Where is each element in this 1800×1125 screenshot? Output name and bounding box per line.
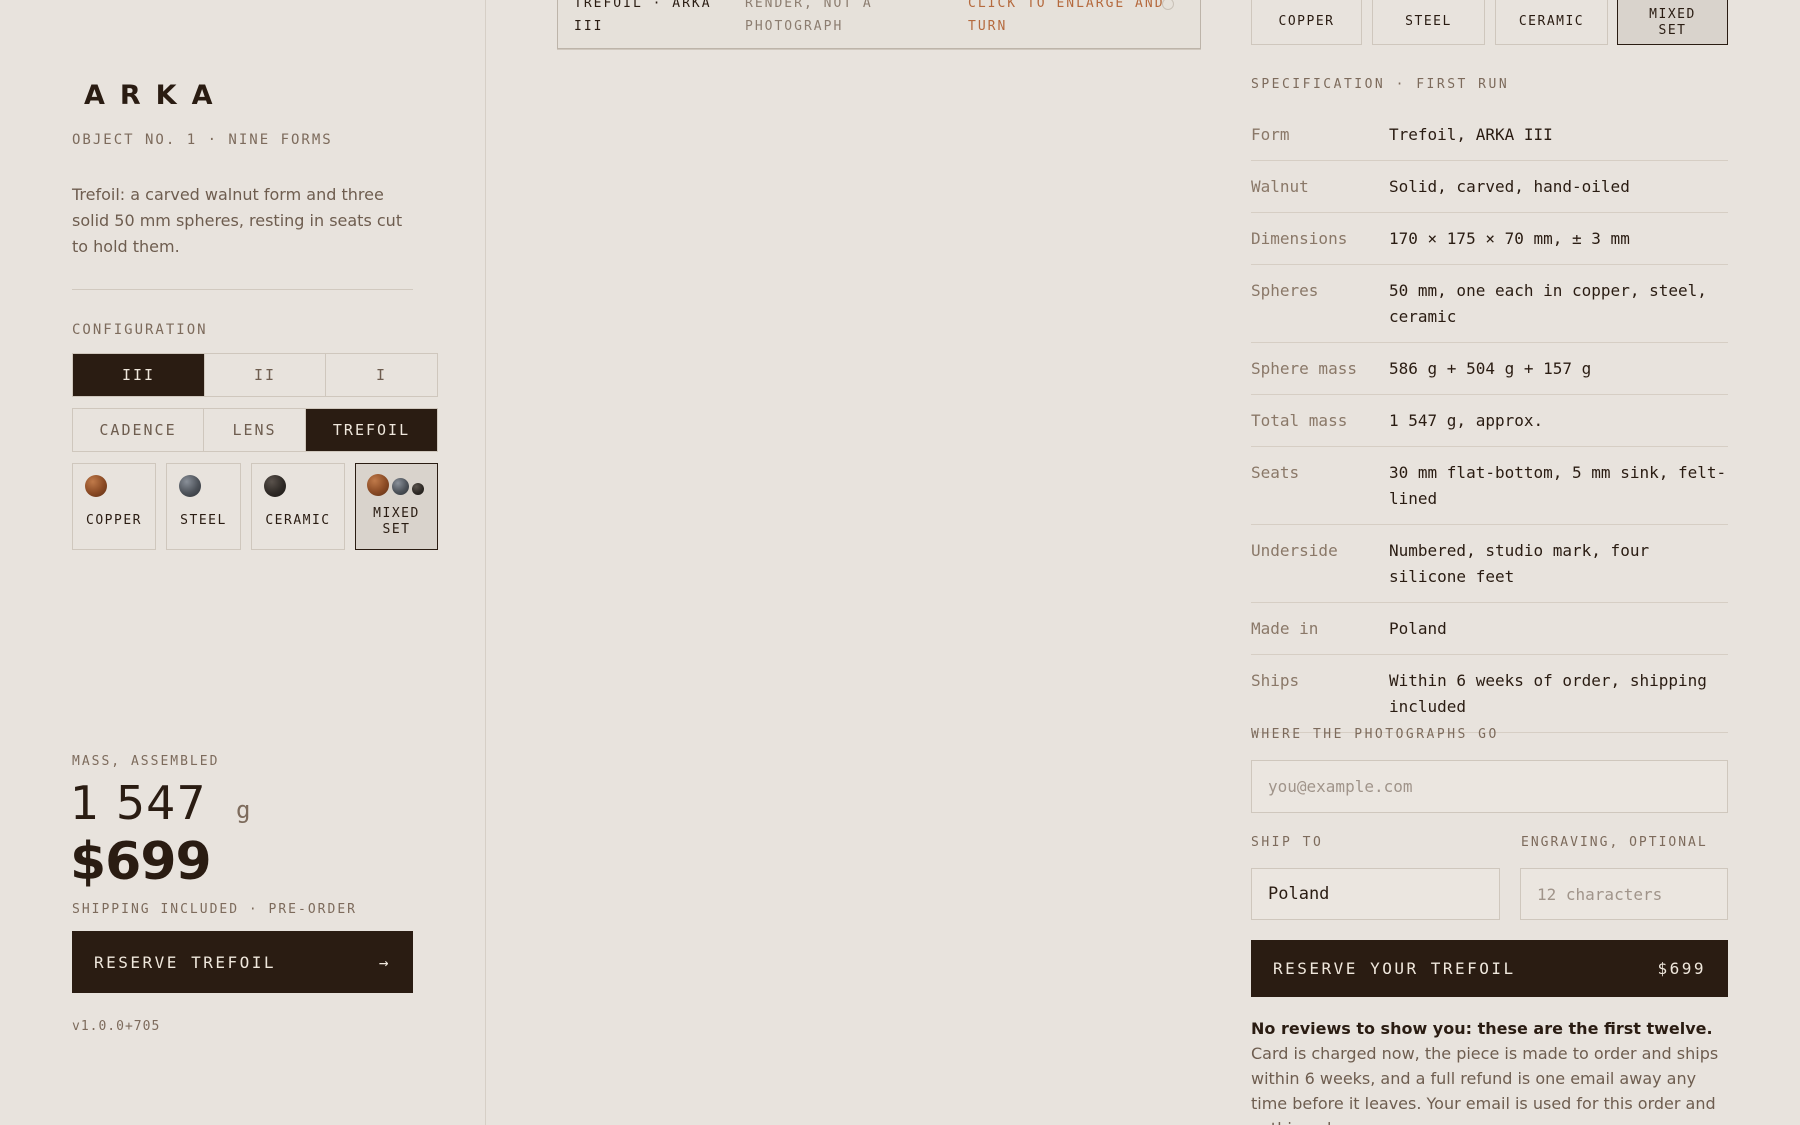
spec-value: 586 g + 504 g + 157 g	[1389, 359, 1592, 378]
spec-row: Walnut Solid, carved, hand-oiled	[1251, 161, 1728, 213]
spec-value: Poland	[1389, 619, 1447, 638]
reserve-button-label: RESERVE YOUR TREFOIL	[1273, 959, 1516, 978]
object-line: OBJECT NO. 1 · NINE FORMS	[72, 132, 333, 148]
engraving-label: ENGRAVING, OPTIONAL	[1521, 835, 1708, 850]
spec-value: Within 6 weeks of order, shipping includ…	[1389, 671, 1707, 716]
spec-value: Trefoil, ARKA III	[1389, 125, 1553, 144]
spec-key: Total mass	[1251, 411, 1348, 430]
material-tab-ceramic[interactable]: CERAMIC	[1495, 0, 1608, 45]
spec-key: Spheres	[1251, 281, 1319, 300]
reserve-button-price: $699	[1657, 959, 1706, 978]
spec-value: Solid, carved, hand-oiled	[1389, 177, 1630, 196]
zoom-icon[interactable]	[1162, 0, 1174, 10]
spec-row: Form Trefoil, ARKA III	[1251, 109, 1728, 161]
steel-sphere-icon	[179, 475, 201, 497]
mass-label: MASS, ASSEMBLED	[72, 754, 220, 769]
form-option-lens[interactable]: LENS	[204, 409, 306, 451]
render-caption-bar[interactable]: TREFOIL · ARKA III RENDER, NOT A PHOTOGR…	[557, 0, 1201, 49]
sphere-option-label: COPPER	[86, 513, 142, 528]
spec-key: Sphere mass	[1251, 359, 1357, 378]
version-label: v1.0.0+705	[72, 1019, 161, 1034]
price: $699	[70, 832, 212, 892]
form-option-cadence[interactable]: CADENCE	[73, 409, 204, 451]
reserve-button[interactable]: RESERVE TREFOIL →	[72, 931, 413, 993]
spec-row: Underside Numbered, studio mark, four sil…	[1251, 525, 1728, 603]
spec-value: 50 mm, one each in copper, steel, cerami…	[1389, 281, 1707, 326]
sidebar: ARKA OBJECT NO. 1 · NINE FORMS Trefoil: …	[0, 0, 486, 1125]
spec-value: 30 mm flat-bottom, 5 mm sink, felt-lined	[1389, 463, 1727, 508]
ship-to-select[interactable]: Poland	[1251, 868, 1500, 920]
spec-title: SPECIFICATION · FIRST RUN	[1251, 77, 1510, 92]
copper-sphere-icon	[85, 475, 107, 497]
mass-value: 1 547	[70, 776, 207, 830]
spec-key: Made in	[1251, 619, 1319, 638]
spec-row: Seats 30 mm flat-bottom, 5 mm sink, felt-…	[1251, 447, 1728, 525]
spec-key: Seats	[1251, 463, 1300, 482]
order-fineprint: No reviews to show you: these are the fi…	[1251, 1016, 1728, 1125]
sphere-option-copper[interactable]: COPPER	[72, 463, 156, 550]
sphere-option-mixed-set[interactable]: MIXED SET	[355, 463, 438, 550]
spec-table: Form Trefoil, ARKA III Walnut Solid, carved…	[1251, 109, 1728, 733]
label-line: SET	[1658, 22, 1687, 38]
spec-value: Numbered, studio mark, four silicone fee…	[1389, 541, 1650, 586]
spec-value: 170 × 175 × 70 mm, ± 3 mm	[1389, 229, 1630, 248]
count-option-i[interactable]: I	[326, 354, 437, 396]
configuration-label: CONFIGURATION	[72, 322, 208, 338]
count-option-iii[interactable]: III	[73, 354, 205, 396]
product-description: Trefoil: a carved walnut form and three …	[72, 185, 403, 256]
spec-row: Spheres 50 mm, one each in copper, steel,…	[1251, 265, 1728, 343]
fineprint-lead: No reviews to show you: these are the fi…	[1251, 1019, 1713, 1038]
spec-key: Dimensions	[1251, 229, 1348, 248]
sphere-option-label: MIXED SET	[356, 506, 437, 538]
engraving-input[interactable]	[1520, 868, 1728, 920]
arrow-right-icon: →	[378, 952, 391, 972]
ceramic-sphere-icon	[264, 475, 286, 497]
spec-row: Dimensions 170 × 175 × 70 mm, ± 3 mm	[1251, 213, 1728, 265]
spec-value: 1 547 g, approx.	[1389, 411, 1544, 430]
label-line: MIXED	[373, 506, 420, 521]
sphere-option-ceramic[interactable]: CERAMIC	[251, 463, 345, 550]
form-selector: CADENCE LENS TREFOIL	[72, 408, 438, 452]
email-label: WHERE THE PHOTOGRAPHS GO	[1251, 727, 1499, 742]
caption-product-name: TREFOIL · ARKA III	[574, 0, 712, 34]
material-tab-steel[interactable]: STEEL	[1372, 0, 1485, 45]
spec-row: Made in Poland	[1251, 603, 1728, 655]
material-tab-mixed-set[interactable]: MIXED SET	[1617, 0, 1728, 45]
spec-key: Walnut	[1251, 177, 1309, 196]
spec-row: Sphere mass 586 g + 504 g + 157 g	[1251, 343, 1728, 395]
count-option-ii[interactable]: II	[205, 354, 326, 396]
sphere-option-steel[interactable]: STEEL	[166, 463, 241, 550]
spec-row: Ships Within 6 weeks of order, shipping i…	[1251, 655, 1728, 733]
caption-enlarge-action[interactable]: CLICK TO ENLARGE AND TURN	[968, 0, 1168, 38]
sphere-option-label: CERAMIC	[265, 513, 331, 528]
spec-key: Form	[1251, 125, 1290, 144]
brand-logo[interactable]: ARKA	[84, 80, 228, 111]
shipping-note: SHIPPING INCLUDED · PRE-ORDER	[72, 902, 357, 917]
label-line: SET	[382, 522, 411, 537]
fineprint-body: Card is charged now, the piece is made t…	[1251, 1044, 1719, 1125]
spec-row: Total mass 1 547 g, approx.	[1251, 395, 1728, 447]
sphere-option-label: STEEL	[180, 513, 227, 528]
sphere-material-tabs: COPPER STEEL CERAMIC MIXED SET	[1251, 0, 1728, 45]
reserve-your-trefoil-button[interactable]: RESERVE YOUR TREFOIL $699	[1251, 940, 1728, 997]
tab-label: MIXED SET	[1649, 7, 1696, 39]
spec-key: Underside	[1251, 541, 1338, 560]
sphere-count-selector: III II I	[72, 353, 438, 397]
mass-unit: g	[236, 796, 251, 824]
spec-key: Ships	[1251, 671, 1300, 690]
ship-to-label: SHIP TO	[1251, 835, 1324, 850]
material-tab-copper[interactable]: COPPER	[1251, 0, 1362, 45]
caption-render-note: RENDER, NOT A PHOTOGRAPH	[745, 0, 873, 34]
email-input[interactable]	[1251, 760, 1728, 813]
label-line: MIXED	[1649, 6, 1696, 22]
form-option-trefoil[interactable]: TREFOIL	[306, 409, 437, 451]
divider	[72, 289, 413, 290]
reserve-button-label: RESERVE TREFOIL	[94, 952, 276, 972]
